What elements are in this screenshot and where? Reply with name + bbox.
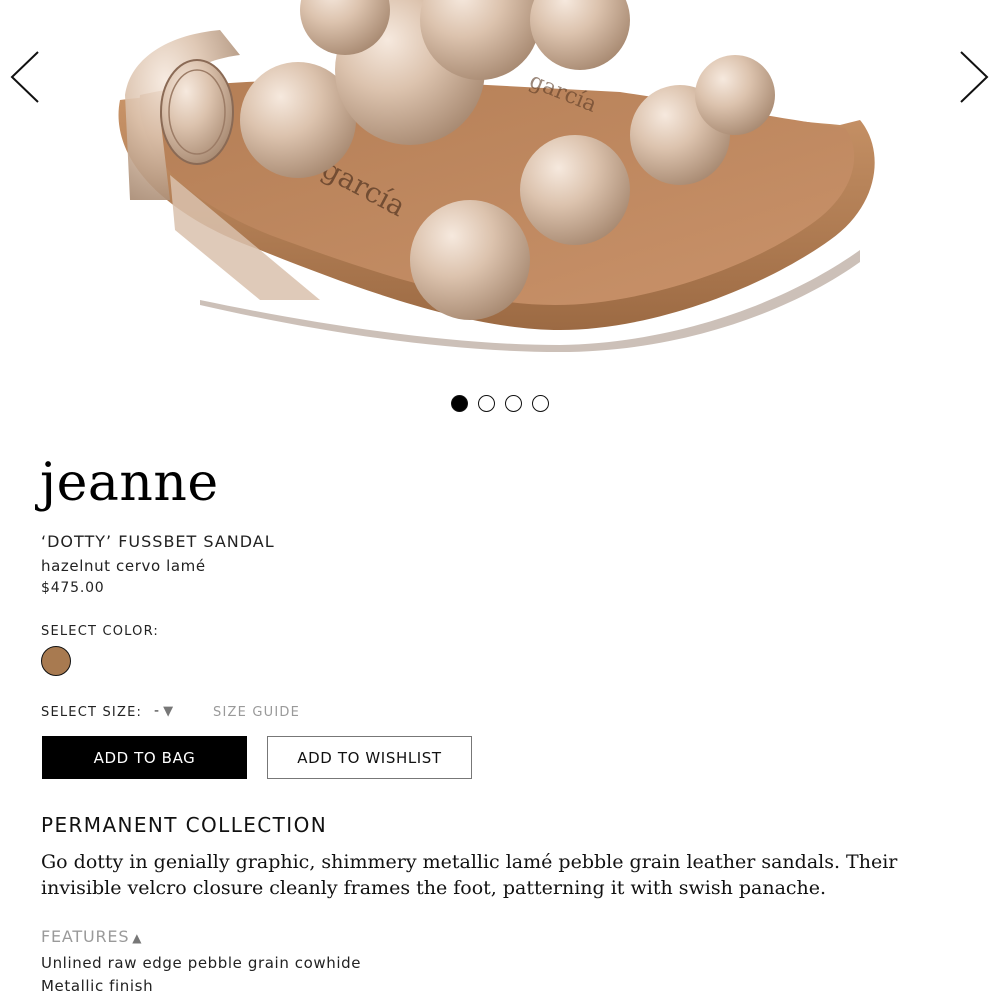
feature-item: Metallic finish xyxy=(41,977,154,995)
gallery-dot-3[interactable] xyxy=(504,395,522,412)
product-price: $475.00 xyxy=(41,580,105,596)
size-dropdown-value: - xyxy=(154,703,160,719)
product-image-gallery: garcía garcía xyxy=(0,0,999,380)
add-to-wishlist-button[interactable]: ADD TO WISHLIST xyxy=(267,736,472,779)
add-to-bag-button[interactable]: ADD TO BAG xyxy=(42,736,247,779)
brand-name: jeanne xyxy=(40,453,219,513)
features-toggle[interactable]: FEATURES ▲ xyxy=(41,927,142,946)
select-size-label: SELECT SIZE: xyxy=(41,705,143,720)
features-label: FEATURES xyxy=(41,927,130,946)
chevron-up-icon: ▲ xyxy=(132,931,143,945)
gallery-dot-4[interactable] xyxy=(531,395,549,412)
size-dropdown[interactable]: - ▼ xyxy=(154,703,173,719)
features-list: Unlined raw edge pebble grain cowhide Me… xyxy=(41,952,361,998)
chevron-right-icon[interactable] xyxy=(957,48,991,106)
gallery-dot-1[interactable] xyxy=(450,395,468,412)
feature-item: Unlined raw edge pebble grain cowhide xyxy=(41,954,362,972)
size-guide-link[interactable]: SIZE GUIDE xyxy=(213,705,300,720)
product-description: Go dotty in genially graphic, shimmery m… xyxy=(41,851,898,899)
product-name: ‘DOTTY’ FUSSBET SANDAL xyxy=(41,532,275,551)
gallery-dot-2[interactable] xyxy=(477,395,495,412)
chevron-left-icon[interactable] xyxy=(8,48,42,106)
gallery-pagination xyxy=(0,395,999,412)
product-color-name: hazelnut cervo lamé xyxy=(41,557,206,575)
chevron-down-icon: ▼ xyxy=(163,704,174,719)
select-color-label: SELECT COLOR: xyxy=(41,624,160,639)
collection-heading: PERMANENT COLLECTION xyxy=(41,813,328,837)
product-image: garcía garcía xyxy=(118,0,875,352)
color-swatch-hazelnut[interactable] xyxy=(41,646,71,676)
